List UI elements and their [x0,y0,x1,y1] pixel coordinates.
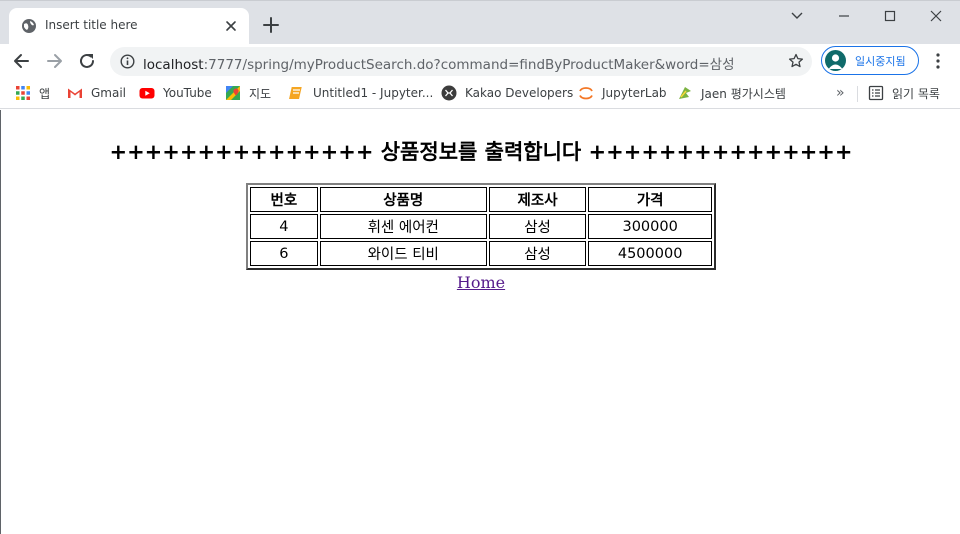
bookmark-jupyter-notebook[interactable]: Untitled1 - Jupyter... [289,84,433,102]
bookmark-jupyterlab[interactable]: JupyterLab [578,84,667,102]
apps-grid-icon [16,86,30,100]
gmail-icon [68,88,82,98]
bookmark-label: YouTube [163,86,212,100]
bookmark-youtube[interactable]: YouTube [139,84,212,102]
jaen-icon [679,87,691,99]
tab-title: Insert title here [45,18,138,32]
minimize-icon[interactable] [834,7,854,25]
globe-icon [22,19,36,33]
cell-product-name: 와이드 티비 [319,241,487,266]
url-text[interactable]: localhost:7777/spring/myProductSearch.do… [143,53,735,73]
bookmarks-bar: 앱 Gmail YouTube 지도 Untitled1 - Jupyter..… [0,78,960,109]
bookmark-apps[interactable]: 앱 [15,84,50,102]
cell-maker: 삼성 [488,241,587,266]
new-tab-icon[interactable] [262,16,280,34]
cell-number: 6 [250,241,318,266]
kebab-menu-icon[interactable] [930,52,946,70]
reading-list-label: 읽기 목록 [892,86,940,101]
column-header-product-name: 상품명 [319,187,487,212]
forward-arrow-icon[interactable] [44,51,64,71]
bookmark-label: JupyterLab [602,86,667,100]
kakao-icon [441,85,457,101]
bookmarks-divider [857,86,858,102]
bookmark-gmail[interactable]: Gmail [67,84,126,102]
page-content: +++++++++++++++ 상품정보를 출력합니다 ++++++++++++… [0,110,960,534]
close-window-icon[interactable] [926,7,946,25]
cell-price: 300000 [588,214,712,239]
person-icon [828,54,843,69]
url-host: localhost [143,57,204,73]
table-header-row: 번호 상품명 제조사 가격 [250,187,712,212]
address-bar[interactable]: localhost:7777/spring/myProductSearch.do… [110,47,812,76]
bookmark-star-icon[interactable] [788,53,804,69]
bookmark-kakao[interactable]: Kakao Developers [441,84,573,102]
url-path: :7777/spring/myProductSearch.do?command=… [203,57,735,73]
tab-strip: Insert title here [0,0,960,45]
reading-list-icon [868,85,884,101]
more-bookmarks-button[interactable]: » [836,85,850,101]
column-header-price: 가격 [588,187,712,212]
page-title: +++++++++++++++ 상품정보를 출력합니다 ++++++++++++… [109,140,853,164]
bookmark-label: 앱 [39,86,51,101]
profile-status-label: 일시중지됨 [855,55,906,68]
cell-maker: 삼성 [488,214,587,239]
bookmark-label: Kakao Developers [465,86,574,100]
bookmark-label: Untitled1 - Jupyter... [313,86,434,100]
browser-tab[interactable]: Insert title here [9,8,249,45]
bookmark-label: 지도 [249,86,272,101]
column-header-number: 번호 [250,187,318,212]
home-link-container: Home [1,273,960,292]
maximize-icon[interactable] [880,7,900,25]
reading-list-button[interactable]: 읽기 목록 [868,84,940,102]
maps-icon [226,86,240,100]
avatar [825,50,846,71]
site-info-icon[interactable] [120,54,135,69]
bookmark-jaen[interactable]: Jaen 평가시스템 [677,84,786,102]
reload-icon[interactable] [77,51,97,71]
profile-button[interactable]: 일시중지됨 [821,46,919,75]
jupyterlab-icon [579,87,593,100]
bookmark-maps[interactable]: 지도 [225,84,271,102]
close-tab-icon[interactable] [223,18,239,34]
tab-search-chevron-icon[interactable] [787,7,807,25]
browser-toolbar: localhost:7777/spring/myProductSearch.do… [0,44,960,78]
back-arrow-icon[interactable] [12,51,32,71]
table-row: 4 휘센 에어컨 삼성 300000 [250,214,712,239]
product-table: 번호 상품명 제조사 가격 4 휘센 에어컨 삼성 300000 6 와이드 티… [246,183,716,270]
cell-product-name: 휘센 에어컨 [319,214,487,239]
cell-number: 4 [250,214,318,239]
cell-price: 4500000 [588,241,712,266]
bookmark-label: Gmail [91,86,127,100]
table-row: 6 와이드 티비 삼성 4500000 [250,241,712,266]
home-link[interactable]: Home [457,273,505,292]
youtube-icon [139,88,155,99]
jupyter-notebook-icon [289,87,302,99]
column-header-maker: 제조사 [488,187,587,212]
bookmark-label: Jaen 평가시스템 [701,86,786,101]
